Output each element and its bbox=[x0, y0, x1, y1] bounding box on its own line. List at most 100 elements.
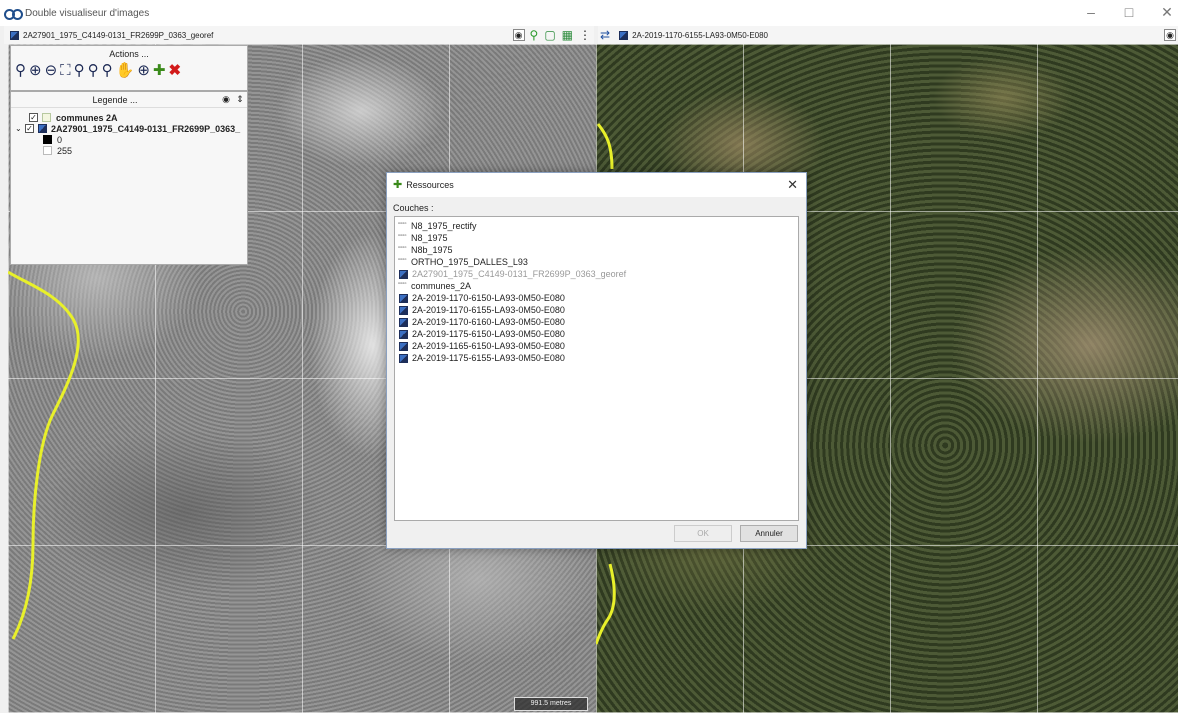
legend-item-communes[interactable]: ✓ communes 2A bbox=[15, 112, 243, 123]
grid-icon[interactable]: ▦ bbox=[562, 26, 573, 44]
right-sync-view-button[interactable]: ◉ bbox=[1164, 29, 1176, 41]
vector-layer-icon: ▫▫▫▫ bbox=[398, 280, 407, 287]
scale-bar: 991.5 metres bbox=[514, 697, 588, 711]
zoom-layer-icon[interactable]: ⚲ bbox=[74, 63, 85, 79]
left-viewer-toolbar: 2A27901_1975_C4149-0131_FR2699P_0363_geo… bbox=[4, 26, 594, 44]
actions-toolbar: ⚲ ⊕ ⊖ ⛶ ⚲ ⚲ ⚲ ✋ ⊕ ✚ ✖ bbox=[11, 59, 247, 79]
layer-list-label: N8b_1975 bbox=[411, 245, 453, 255]
layer-list-item[interactable]: 2A-2019-1170-6150-LA93-0M50-E080 bbox=[398, 292, 795, 304]
more-options-icon[interactable]: ⋮ bbox=[579, 26, 591, 44]
layer-list-label: 2A27901_1975_C4149-0131_FR2699P_0363_geo… bbox=[412, 269, 627, 279]
left-layer-name[interactable]: 2A27901_1975_C4149-0131_FR2699P_0363_geo… bbox=[23, 31, 213, 40]
dialog-close-button[interactable]: ✕ bbox=[787, 177, 798, 193]
raster-layer-icon bbox=[399, 317, 408, 327]
cancel-button[interactable]: Annuler bbox=[740, 525, 798, 542]
vector-layer-icon: ▫▫▫▫ bbox=[398, 244, 407, 251]
legend-item-label: communes 2A bbox=[56, 112, 118, 123]
layer-list-item[interactable]: 2A-2019-1170-6155-LA93-0M50-E080 bbox=[398, 304, 795, 316]
zoom-extent-icon[interactable]: ⛶ bbox=[60, 63, 71, 79]
layer-list-label: N8_1975 bbox=[411, 233, 448, 243]
legend-header: Legende ... ◉ ⇕ bbox=[11, 92, 247, 108]
raster-layer-icon bbox=[399, 353, 408, 363]
layer-list-label: communes_2A bbox=[411, 281, 472, 291]
raster-layer-icon bbox=[399, 293, 408, 303]
raster-layer-icon bbox=[399, 341, 408, 351]
zoom-icon[interactable]: ⚲ bbox=[15, 63, 26, 79]
actions-panel-title: Actions ... bbox=[109, 49, 149, 59]
vector-layer-icon: ▫▫▫▫ bbox=[398, 220, 407, 227]
minimize-button[interactable]: – bbox=[1084, 4, 1098, 21]
swap-icon[interactable]: ⇄ bbox=[600, 26, 610, 44]
legend-collapse-icon[interactable]: ⇕ bbox=[233, 94, 247, 105]
ramp-min-label: 0 bbox=[57, 134, 63, 145]
legend-title: Legende ... bbox=[92, 94, 138, 105]
layer-list-label: 2A-2019-1170-6150-LA93-0M50-E080 bbox=[412, 293, 565, 303]
ramp-max-label: 255 bbox=[57, 145, 73, 156]
raster-layer-icon bbox=[399, 329, 408, 339]
layer-list-item[interactable]: ▫▫▫▫ N8_1975 bbox=[398, 232, 795, 244]
location-pin-icon[interactable]: ⚲ bbox=[530, 26, 539, 44]
dialog-titlebar: ✚ Ressources ✕ bbox=[387, 173, 806, 197]
layer-list-item[interactable]: 2A-2019-1170-6160-LA93-0M50-E080 bbox=[398, 316, 795, 328]
layer-list-item[interactable]: 2A-2019-1175-6150-LA93-0M50-E080 bbox=[398, 328, 795, 340]
maximize-button[interactable]: □ bbox=[1122, 4, 1136, 21]
legend-options-icon[interactable]: ◉ bbox=[219, 94, 233, 105]
left-toolbar-controls: ◉ ⚲ ▢ ▦ ⋮ bbox=[511, 26, 594, 44]
white-swatch bbox=[43, 146, 52, 155]
ressources-icon: ✚ bbox=[393, 179, 403, 191]
vector-layer-icon: ▫▫▫▫ bbox=[398, 256, 407, 263]
black-swatch bbox=[43, 135, 52, 144]
zoom-previous-icon[interactable]: ⚲ bbox=[88, 63, 99, 79]
checkbox-icon[interactable]: ✓ bbox=[25, 124, 34, 133]
binoculars-icon bbox=[4, 6, 23, 20]
raster-layer-icon bbox=[619, 30, 629, 40]
ressources-dialog: ✚ Ressources ✕ Couches : ▫▫▫▫ N8_1975_rec… bbox=[386, 172, 807, 549]
zoom-next-icon[interactable]: ⚲ bbox=[102, 63, 113, 79]
layer-list-label: 2A-2019-1170-6160-LA93-0M50-E080 bbox=[412, 317, 565, 327]
layer-list-label: 2A-2019-1165-6150-LA93-0M50-E080 bbox=[412, 341, 565, 351]
actions-panel: Actions ... ⚲ ⊕ ⊖ ⛶ ⚲ ⚲ ⚲ ✋ ⊕ ✚ ✖ bbox=[10, 45, 248, 91]
commune-boundary-path bbox=[596, 563, 616, 645]
close-window-button[interactable]: ✕ bbox=[1160, 4, 1174, 21]
window-titlebar: Double visualiseur d'images – □ ✕ bbox=[0, 0, 1178, 26]
layer-list-item[interactable]: 2A27901_1975_C4149-0131_FR2699P_0363_geo… bbox=[398, 268, 795, 280]
vector-layer-icon: ▫▫▫▫ bbox=[398, 232, 407, 239]
right-viewer-toolbar: ⇄ 2A-2019-1170-6155-LA93-0M50-E080 ◉ bbox=[598, 26, 1178, 44]
raster-layer-icon bbox=[10, 30, 19, 40]
legend-item-raster[interactable]: ⌄ ✓ 2A27901_1975_C4149-0131_FR2699P_0363… bbox=[15, 123, 243, 134]
remove-layer-icon[interactable]: ✖ bbox=[169, 63, 182, 79]
sync-view-button[interactable]: ◉ bbox=[512, 29, 525, 41]
raster-layer-icon bbox=[399, 305, 408, 315]
pan-hand-icon[interactable]: ✋ bbox=[116, 63, 135, 79]
expand-arrow-icon[interactable]: ⌄ bbox=[15, 124, 25, 133]
dialog-buttons: OK Annuler bbox=[674, 525, 798, 542]
zoom-in-icon[interactable]: ⊕ bbox=[29, 63, 42, 79]
frame-icon[interactable]: ▢ bbox=[544, 26, 555, 44]
couches-label: Couches : bbox=[393, 203, 434, 213]
legend-panel: Legende ... ◉ ⇕ ✓ communes 2A ⌄ ✓ 2A2790… bbox=[10, 91, 248, 265]
layer-list-item[interactable]: ▫▫▫▫ N8b_1975 bbox=[398, 244, 795, 256]
layer-list-label: ORTHO_1975_DALLES_L93 bbox=[411, 257, 528, 267]
raster-layer-icon bbox=[399, 269, 408, 279]
layer-list-item[interactable]: ▫▫▫▫ communes_2A bbox=[398, 280, 795, 292]
raster-layer-icon bbox=[38, 124, 47, 133]
layer-list-item[interactable]: ▫▫▫▫ ORTHO_1975_DALLES_L93 bbox=[398, 256, 795, 268]
identify-icon[interactable]: ⊕ bbox=[137, 63, 150, 79]
layer-list-label: 2A-2019-1175-6150-LA93-0M50-E080 bbox=[412, 329, 565, 339]
legend-tree: ✓ communes 2A ⌄ ✓ 2A27901_1975_C4149-013… bbox=[11, 108, 247, 160]
window-controls: – □ ✕ bbox=[1084, 4, 1174, 21]
legend-item-label: 2A27901_1975_C4149-0131_FR2699P_0363_ bbox=[51, 123, 241, 134]
checkbox-icon[interactable]: ✓ bbox=[29, 113, 38, 122]
ok-button[interactable]: OK bbox=[674, 525, 732, 542]
add-layer-icon[interactable]: ✚ bbox=[153, 63, 166, 79]
layers-list[interactable]: ▫▫▫▫ N8_1975_rectify ▫▫▫▫ N8_1975 ▫▫▫▫ N8b_19… bbox=[394, 216, 799, 521]
layer-list-label: N8_1975_rectify bbox=[411, 221, 477, 231]
window-title: Double visualiseur d'images bbox=[25, 7, 150, 19]
zoom-out-icon[interactable]: ⊖ bbox=[45, 63, 58, 79]
layer-list-label: 2A-2019-1175-6155-LA93-0M50-E080 bbox=[412, 353, 565, 363]
layer-list-item[interactable]: 2A-2019-1175-6155-LA93-0M50-E080 bbox=[398, 352, 795, 364]
layer-list-item[interactable]: 2A-2019-1165-6150-LA93-0M50-E080 bbox=[398, 340, 795, 352]
commune-boundary-path bbox=[596, 123, 614, 170]
right-layer-name[interactable]: 2A-2019-1170-6155-LA93-0M50-E080 bbox=[632, 31, 768, 40]
layer-list-item[interactable]: ▫▫▫▫ N8_1975_rectify bbox=[398, 220, 795, 232]
